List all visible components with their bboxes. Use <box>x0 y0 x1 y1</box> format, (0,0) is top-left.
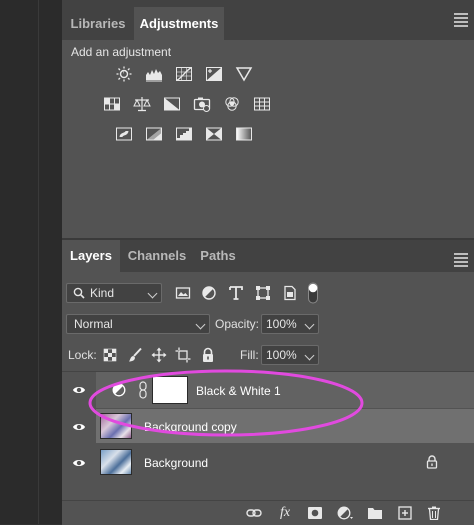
threshold-icon[interactable] <box>173 125 195 143</box>
adjustments-tabbar: Libraries Adjustments <box>62 0 474 40</box>
layers-panel-menu-icon[interactable] <box>454 240 468 280</box>
delete-icon[interactable] <box>425 505 443 521</box>
color-balance-icon[interactable] <box>131 95 153 113</box>
lock-icon[interactable] <box>426 455 438 469</box>
tab-layers[interactable]: Layers <box>62 240 120 272</box>
blend-mode-select[interactable]: Normal <box>66 314 210 334</box>
opacity-field[interactable]: 100% <box>261 314 319 334</box>
dock-strip <box>0 0 63 524</box>
fill-label: Fill: <box>240 348 259 362</box>
channel-mixer-icon[interactable] <box>221 95 243 113</box>
tab-channels[interactable]: Channels <box>120 240 194 272</box>
tab-paths[interactable]: Paths <box>194 240 242 272</box>
black-white-icon[interactable] <box>161 95 183 113</box>
layer-name: Background <box>144 456 209 470</box>
filter-toggle-switch[interactable] <box>306 282 320 304</box>
link-layers-icon[interactable] <box>245 505 263 521</box>
chevron-down-icon <box>147 288 158 299</box>
visibility-eye-icon[interactable] <box>72 383 86 397</box>
photo-filter-icon[interactable] <box>191 95 213 113</box>
new-layer-icon[interactable] <box>396 505 414 521</box>
filter-kind-label: Kind <box>90 286 115 300</box>
gradient-map-icon[interactable] <box>233 125 255 143</box>
hue-saturation-icon[interactable] <box>101 95 123 113</box>
chevron-down-icon <box>304 319 315 330</box>
visibility-eye-icon[interactable] <box>72 420 86 434</box>
fx-icon[interactable]: fx <box>276 505 294 521</box>
adjustments-panel: Libraries Adjustments Add an adjustment <box>62 0 474 240</box>
color-lookup-icon[interactable] <box>251 95 273 113</box>
blend-mode-label: Normal <box>74 317 113 331</box>
chevron-down-icon <box>304 350 315 361</box>
lock-transparent-icon[interactable] <box>101 346 119 364</box>
filter-smart-object-icon[interactable] <box>281 284 299 302</box>
lock-all-icon[interactable] <box>199 346 217 364</box>
lock-artboard-icon[interactable] <box>174 346 192 364</box>
filter-type-icon[interactable] <box>227 284 245 302</box>
new-adjustment-icon[interactable] <box>336 505 354 521</box>
invert-icon[interactable] <box>113 125 135 143</box>
exposure-icon[interactable] <box>203 65 225 83</box>
filter-shape-icon[interactable] <box>254 284 272 302</box>
curves-icon[interactable] <box>173 65 195 83</box>
layer-thumbnail[interactable] <box>100 449 132 475</box>
opacity-value: 100% <box>266 317 297 331</box>
levels-icon[interactable] <box>143 65 165 83</box>
visibility-eye-icon[interactable] <box>72 456 86 470</box>
brightness-contrast-icon[interactable] <box>113 65 135 83</box>
layers-bottom-toolbar: fx <box>62 500 474 525</box>
lock-position-icon[interactable] <box>150 346 168 364</box>
panel-menu-icon[interactable] <box>454 0 468 40</box>
layers-tabbar: Layers Channels Paths <box>62 240 474 272</box>
vibrance-icon[interactable] <box>233 65 255 83</box>
filter-adjustment-icon[interactable] <box>200 284 218 302</box>
posterize-icon[interactable] <box>143 125 165 143</box>
selective-color-icon[interactable] <box>203 125 225 143</box>
filter-kind-select[interactable]: Kind <box>66 283 162 303</box>
new-group-icon[interactable] <box>366 505 384 521</box>
annotation-ellipse <box>88 369 364 437</box>
add-mask-icon[interactable] <box>306 505 324 521</box>
tab-adjustments[interactable]: Adjustments <box>134 7 224 40</box>
layer-row[interactable]: Background <box>62 445 474 481</box>
opacity-label: Opacity: <box>215 317 260 331</box>
filter-pixel-icon[interactable] <box>174 284 192 302</box>
lock-brush-icon[interactable] <box>126 346 144 364</box>
adjustments-title: Add an adjustment <box>71 45 172 59</box>
fill-field[interactable]: 100% <box>261 345 319 365</box>
tab-libraries[interactable]: Libraries <box>62 7 134 40</box>
chevron-down-icon <box>195 319 206 330</box>
lock-label: Lock: <box>68 348 97 362</box>
search-icon <box>73 287 85 299</box>
fill-value: 100% <box>266 348 297 362</box>
